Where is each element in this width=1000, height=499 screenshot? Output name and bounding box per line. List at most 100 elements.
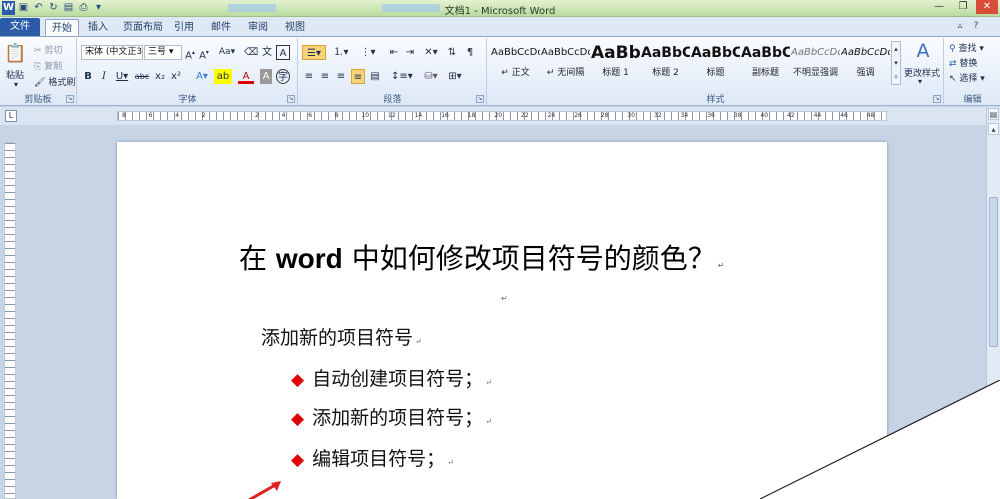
align-left-icon[interactable]: ≡	[303, 69, 315, 84]
strikethrough-icon[interactable]: abc	[134, 69, 150, 84]
show-marks-icon[interactable]: ¶	[463, 45, 477, 60]
diamond-bullet-icon: ◆	[291, 370, 305, 390]
cut-button[interactable]: ✂ 剪切	[34, 43, 62, 56]
ruler-number: 2	[201, 112, 206, 119]
tab-view[interactable]: 视图	[279, 19, 311, 36]
ruler-number: 38	[733, 112, 742, 119]
style-heading-2[interactable]: AaBbC 标题 2	[641, 41, 690, 85]
grow-font-icon[interactable]: A▴	[184, 45, 196, 61]
tab-mailings[interactable]: 邮件	[205, 19, 237, 36]
styles-scroll-icon[interactable]: ▴ ▾ ▿	[891, 41, 901, 85]
paragraph-launcher-icon[interactable]: ↘	[476, 95, 484, 103]
scrollbar-thumb[interactable]	[989, 197, 998, 347]
chinese-layout-icon[interactable]: ✕▾	[421, 45, 441, 60]
document-title[interactable]: 在 word 中如何修改项目符号的颜色？ ↵	[239, 237, 724, 277]
numbering-icon[interactable]: ⒈▾	[329, 45, 353, 60]
select-button[interactable]: ↖ 选择 ▾	[949, 71, 985, 84]
paste-icon[interactable]: 📋	[4, 41, 26, 67]
change-styles-dropdown-icon[interactable]: ▾	[918, 77, 922, 86]
shading-icon[interactable]: ⛁▾	[421, 69, 441, 84]
change-case-icon[interactable]: Aa▾	[218, 45, 236, 60]
clear-format-icon[interactable]: ⌫	[244, 45, 258, 60]
clipboard-group-label: 剪贴板	[24, 95, 52, 105]
style-heading-1[interactable]: AaBb 标题 1	[591, 41, 640, 85]
scroll-up-icon[interactable]: ▴	[988, 123, 999, 135]
phonetic-guide-icon[interactable]: 文	[260, 45, 274, 60]
maximize-icon[interactable]: ❐	[952, 0, 974, 14]
style-subtle-emphasis[interactable]: AaBbCcDd 不明显强调	[791, 41, 840, 85]
style-no-spacing[interactable]: AaBbCcDd ↵ 无间隔	[541, 41, 590, 85]
underline-icon[interactable]: U▾	[114, 69, 130, 84]
subscript-icon[interactable]: x₂	[154, 69, 166, 84]
tab-insert[interactable]: 插入	[82, 19, 114, 36]
minimize-icon[interactable]: —	[928, 0, 950, 14]
char-border-icon[interactable]: A	[276, 45, 290, 60]
char-shading-icon[interactable]: A	[260, 69, 272, 84]
font-group-label: 字体	[178, 95, 197, 105]
tab-selector[interactable]: L	[5, 110, 17, 122]
tab-review[interactable]: 审阅	[242, 19, 274, 36]
text-effects-icon[interactable]: A▾	[194, 69, 210, 84]
paragraph-mark: ↵	[717, 261, 725, 270]
empty-paragraph-mark[interactable]: ↵	[501, 294, 508, 303]
ruler-track[interactable]: 8 6 4 2 2 4 6 8 10 12 14 16 18 20 22 24 26 28 30 32 34 36 38 40…	[117, 111, 887, 121]
italic-icon[interactable]: I	[98, 69, 110, 84]
style-normal[interactable]: AaBbCcDd ↵ 正文	[491, 41, 540, 85]
tab-home[interactable]: 开始	[45, 19, 79, 36]
ruler-number: 4	[281, 112, 286, 119]
diamond-bullet-icon: ◆	[291, 409, 305, 429]
paste-dropdown-icon[interactable]: ▾	[14, 80, 18, 89]
list-item[interactable]: ◆ 添加新的项目符号； ↵	[291, 403, 492, 430]
replace-button[interactable]: ⇄ 替换	[949, 56, 977, 69]
vertical-ruler[interactable]	[4, 142, 16, 499]
list-item[interactable]: ◆ 编辑项目符号； ↵	[291, 444, 454, 471]
ruler-toggle-icon[interactable]: ▤	[988, 108, 999, 120]
font-name-dropdown[interactable]: 宋体 (中文正3	[81, 45, 143, 60]
distributed-icon[interactable]: ▤	[369, 69, 381, 84]
borders-icon[interactable]: ⊞▾	[445, 69, 465, 84]
ruler-number: 12	[388, 112, 396, 119]
font-color-icon[interactable]: A	[238, 69, 254, 84]
minimize-ribbon-icon[interactable]: ▵	[954, 20, 966, 32]
styles-launcher-icon[interactable]: ↘	[933, 95, 941, 103]
editing-group: ⚲ 查找 ▾ ⇄ 替换 ↖ 选择 ▾ 编辑	[945, 38, 1000, 105]
style-emphasis[interactable]: AaBbCcDd 强调	[841, 41, 890, 85]
bold-icon[interactable]: B	[82, 69, 94, 84]
multilevel-list-icon[interactable]: ⋮▾	[356, 45, 380, 60]
find-icon: ⚲	[949, 44, 956, 54]
decrease-indent-icon[interactable]: ⇤	[387, 45, 401, 60]
font-launcher-icon[interactable]: ↘	[287, 95, 295, 103]
clipboard-launcher-icon[interactable]: ↘	[66, 95, 74, 103]
find-button[interactable]: ⚲ 查找 ▾	[949, 41, 984, 54]
line-spacing-icon[interactable]: ↕≡▾	[391, 69, 413, 84]
ruler-number: 2	[255, 112, 259, 119]
sort-icon[interactable]: ⇅	[445, 45, 459, 60]
help-icon[interactable]: ?	[970, 20, 982, 32]
bullets-icon[interactable]: ☰▾	[302, 45, 326, 60]
align-center-icon[interactable]: ≡	[319, 69, 331, 84]
align-right-icon[interactable]: ≡	[335, 69, 347, 84]
word-window: W ▣ ↶ ↻ ▤ ⎙ ▾ 文档1 - Microsoft Word — ❐ ✕…	[0, 0, 1000, 499]
shrink-font-icon[interactable]: A▾	[198, 45, 210, 61]
format-painter-button[interactable]: 🖌 格式刷	[34, 75, 75, 88]
list-heading[interactable]: 添加新的项目符号 ↵	[261, 323, 422, 350]
justify-icon[interactable]: ≡	[351, 69, 365, 84]
style-title[interactable]: AaBbC 标题	[691, 41, 740, 85]
close-icon[interactable]: ✕	[976, 0, 998, 14]
editing-group-label: 编辑	[963, 95, 982, 105]
change-styles-icon[interactable]: A	[908, 39, 938, 63]
copy-button[interactable]: ⎘ 复制	[34, 59, 62, 72]
superscript-icon[interactable]: x²	[170, 69, 182, 84]
tab-references[interactable]: 引用	[168, 19, 200, 36]
font-size-dropdown[interactable]: 三号 ▾	[144, 45, 182, 60]
enclose-char-icon[interactable]: 字	[276, 69, 290, 84]
increase-indent-icon[interactable]: ⇥	[403, 45, 417, 60]
vertical-ruler-ticks	[5, 143, 15, 498]
ruler-number: 28	[600, 112, 609, 119]
tab-file[interactable]: 文件	[0, 18, 40, 36]
highlight-icon[interactable]: ab	[214, 69, 232, 84]
tab-page-layout[interactable]: 页面布局	[117, 19, 169, 36]
ruler-number: 6	[308, 112, 313, 119]
list-item[interactable]: ◆ 自动创建项目符号； ↵	[291, 364, 492, 391]
style-subtitle[interactable]: AaBbC 副标题	[741, 41, 790, 85]
